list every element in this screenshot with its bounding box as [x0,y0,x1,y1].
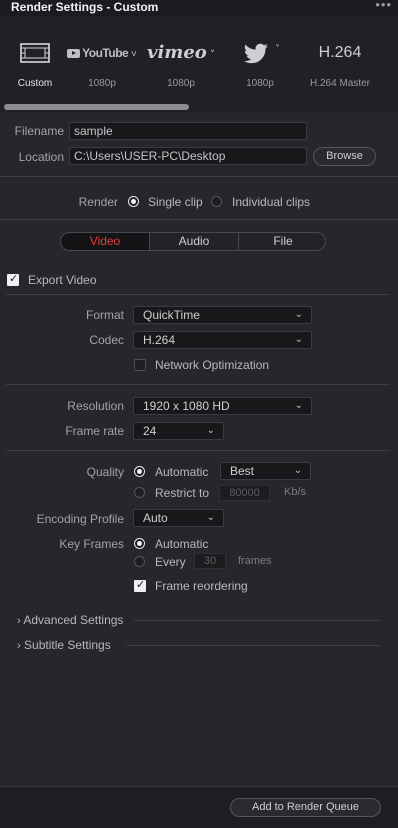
preset-h264[interactable]: H.264 H.264 Master [305,16,375,112]
framerate-value: 24 [143,424,157,438]
quality-restrict-label[interactable]: Restrict to [155,486,209,500]
resolution-label: Resolution [67,399,124,413]
key-frames-label: Key Frames [59,537,124,551]
framerate-label: Frame rate [65,424,124,438]
location-field[interactable]: C:\Users\USER-PC\Desktop [69,147,307,165]
keyframes-unit: frames [238,555,272,567]
footer-bar: Add to Render Queue [0,786,398,828]
youtube-logo-text: YouTube [82,46,129,60]
vimeo-logo-text: vimeo [147,42,207,63]
keyframes-every-radio[interactable] [134,556,145,567]
filename-field[interactable]: sample [69,122,307,140]
keyframes-automatic-label[interactable]: Automatic [155,537,208,551]
format-label: Format [85,308,124,322]
preset-scrollbar[interactable] [4,104,189,110]
film-strip-icon [0,40,70,66]
quality-dropdown[interactable]: Best ⌄ [220,462,311,480]
youtube-icon: YouTube ˅ [67,40,137,66]
individual-clips-radio[interactable] [211,196,222,207]
preset-strip: Custom YouTube ˅ 1080p vimeo ˅ 1080p ˅ 1… [0,16,398,112]
panel-menu-icon[interactable]: ••• [375,0,392,12]
single-clip-radio[interactable] [128,196,139,207]
preset-label: 1080p [88,78,116,89]
add-to-render-queue-button[interactable]: Add to Render Queue [230,798,381,817]
preset-custom[interactable]: Custom [0,16,70,112]
chevron-down-icon: ⌄ [294,309,303,320]
preset-youtube[interactable]: YouTube ˅ 1080p [67,16,137,112]
tab-video[interactable]: Video [61,233,149,250]
twitter-bird-icon: ˅ [225,40,295,66]
tab-audio[interactable]: Audio [150,233,238,250]
single-clip-label[interactable]: Single clip [148,195,203,209]
filename-label: Filename [14,124,64,138]
subtitle-settings-label: Subtitle Settings [24,638,111,652]
keyframes-automatic-radio[interactable] [134,538,145,549]
frame-reordering-label: Frame reordering [155,579,248,593]
bitrate-input[interactable]: 80000 [219,485,270,501]
encoding-profile-value: Auto [143,511,168,525]
divider [134,620,380,621]
preset-vimeo[interactable]: vimeo ˅ 1080p [146,16,216,112]
encoding-profile-label: Encoding Profile [36,512,124,526]
quality-label: Quality [86,465,124,479]
network-optimization-checkbox[interactable] [134,359,146,371]
divider [6,450,390,451]
divider [126,645,380,646]
framerate-dropdown[interactable]: 24 ⌄ [133,422,224,440]
quality-automatic-label[interactable]: Automatic [155,465,208,479]
divider [6,294,390,295]
divider [6,384,390,385]
chevron-down-icon: ⌄ [206,425,215,436]
quality-value: Best [230,464,255,478]
h264-icon: H.264 [318,44,362,61]
resolution-value: 1920 x 1080 HD [143,399,230,413]
chevron-down-icon: ⌄ [206,512,215,523]
quality-restrict-radio[interactable] [134,487,145,498]
settings-tabs: Video Audio File [60,232,326,251]
encoding-profile-dropdown[interactable]: Auto ⌄ [133,509,224,527]
individual-clips-label[interactable]: Individual clips [232,195,310,209]
export-video-checkbox[interactable] [7,272,19,286]
preset-label: 1080p [167,78,195,89]
keyframes-every-label[interactable]: Every [155,555,186,569]
vimeo-icon: vimeo ˅ [147,42,215,63]
tab-file[interactable]: File [239,233,325,250]
export-video-label: Export Video [28,273,97,287]
bitrate-unit: Kb/s [284,486,307,498]
chevron-right-icon: › [17,640,21,652]
location-label: Location [18,150,64,164]
chevron-down-icon: ⌄ [293,465,302,476]
advanced-settings-label: Advanced Settings [23,613,124,627]
title-bar: Render Settings - Custom ••• [0,0,398,16]
browse-button[interactable]: Browse [313,147,376,166]
advanced-settings-toggle[interactable]: › Advanced Settings [17,613,123,627]
codec-value: H.264 [143,333,176,347]
subtitle-settings-toggle[interactable]: › Subtitle Settings [17,638,111,652]
format-value: QuickTime [143,308,200,322]
codec-label: Codec [89,333,124,347]
divider [0,219,398,220]
format-dropdown[interactable]: QuickTime ⌄ [133,306,312,324]
resolution-dropdown[interactable]: 1920 x 1080 HD ⌄ [133,397,312,415]
chevron-down-icon: ⌄ [294,400,303,411]
quality-automatic-radio[interactable] [134,466,145,477]
frame-reordering-checkbox[interactable] [134,578,146,592]
render-label: Render [78,195,118,209]
preset-label: Custom [17,78,53,89]
codec-dropdown[interactable]: H.264 ⌄ [133,331,312,349]
svg-text:˅: ˅ [275,43,280,55]
keyframes-every-input[interactable]: 30 [194,553,226,569]
divider [0,176,398,177]
window-title: Render Settings - Custom [11,0,159,14]
network-optimization-label: Network Optimization [155,358,270,372]
preset-label: 1080p [246,78,274,89]
chevron-down-icon: ⌄ [294,334,303,345]
chevron-right-icon: › [17,615,21,627]
preset-label: H.264 Master [309,78,371,89]
preset-twitter[interactable]: ˅ 1080p [225,16,295,112]
